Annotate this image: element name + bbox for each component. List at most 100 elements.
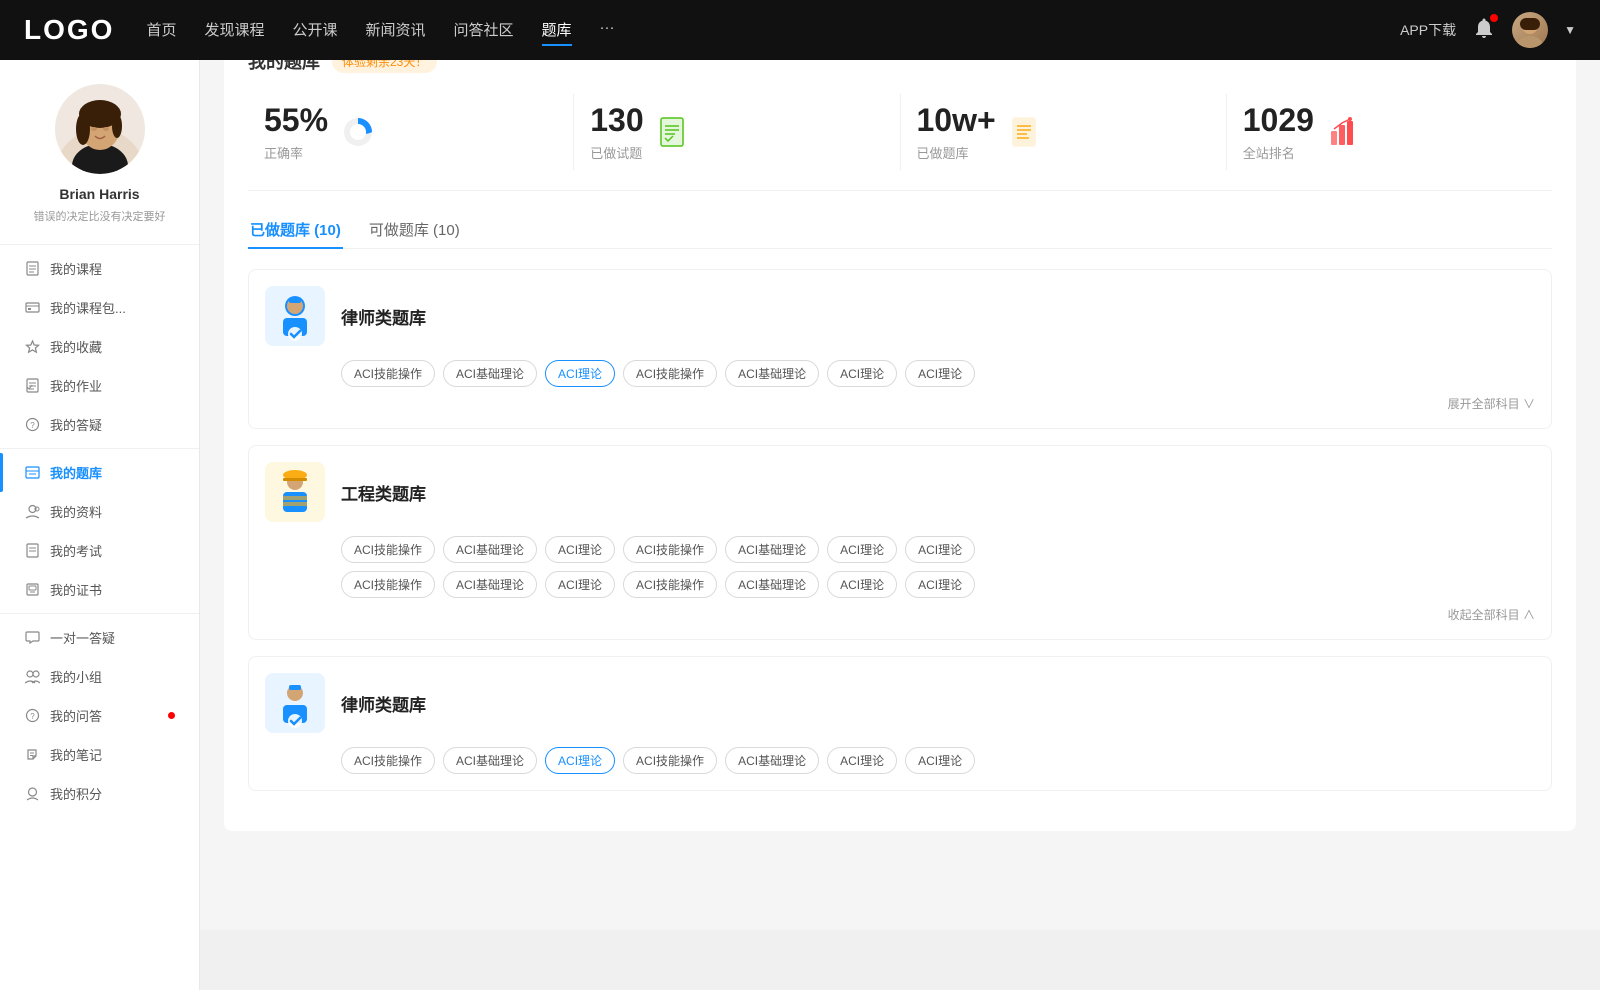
profile-icon — [24, 504, 40, 520]
nav-more[interactable]: ··· — [600, 15, 615, 46]
sidebar-menu: 我的课程 我的课程包... 我的收藏 我的作业 ? 我的答疑 — [0, 249, 199, 813]
sidebar-item-exam[interactable]: 我的考试 — [0, 531, 199, 570]
engineer-icon — [265, 462, 325, 522]
engineer-svg — [269, 466, 321, 518]
tag-1-2[interactable]: ACI基础理论 — [443, 360, 537, 387]
nav-links: 首页 发现课程 公开课 新闻资讯 问答社区 题库 ··· — [146, 15, 1368, 46]
tag-2-11[interactable]: ACI技能操作 — [623, 571, 717, 598]
tag-3-2[interactable]: ACI基础理论 — [443, 747, 537, 774]
pie-chart-icon — [340, 114, 376, 150]
tag-2-7[interactable]: ACI理论 — [905, 536, 975, 563]
divider-2 — [0, 613, 199, 614]
divider-1 — [0, 448, 199, 449]
sidebar-item-questions[interactable]: ? 我的问答 — [0, 696, 199, 735]
tag-1-5[interactable]: ACI基础理论 — [725, 360, 819, 387]
avatar[interactable] — [1512, 12, 1548, 48]
qa-label: 我的答疑 — [50, 415, 175, 434]
sidebar-item-one-on-one[interactable]: 一对一答疑 — [0, 618, 199, 657]
questions-label: 我的问答 — [50, 706, 156, 725]
stat-rank-num: 1029 — [1243, 102, 1314, 139]
favorites-icon — [24, 339, 40, 355]
app-download[interactable]: APP下载 — [1400, 20, 1456, 40]
stat-accuracy: 55% 正确率 — [248, 94, 574, 170]
bank-card-3-tags: ACI技能操作 ACI基础理论 ACI理论 ACI技能操作 ACI基础理论 AC… — [265, 747, 1535, 774]
bank-card-1-header: 律师类题库 — [265, 286, 1535, 346]
logo: LOGO — [24, 14, 114, 46]
tag-1-4[interactable]: ACI技能操作 — [623, 360, 717, 387]
nav-home[interactable]: 首页 — [146, 15, 176, 46]
avatar-illustration — [55, 84, 145, 174]
collapse-link-2[interactable]: 收起全部科目 ∧ — [265, 606, 1535, 623]
stat-accuracy-content: 55% 正确率 — [264, 102, 328, 162]
one-on-one-label: 一对一答疑 — [50, 628, 175, 647]
tag-2-1[interactable]: ACI技能操作 — [341, 536, 435, 563]
tag-2-12[interactable]: ACI基础理论 — [725, 571, 819, 598]
tag-2-8[interactable]: ACI技能操作 — [341, 571, 435, 598]
homework-icon — [24, 378, 40, 394]
bank-card-2: 工程类题库 ACI技能操作 ACI基础理论 ACI理论 ACI技能操作 ACI基… — [248, 445, 1552, 640]
nav-open[interactable]: 公开课 — [292, 15, 337, 46]
nav-qa[interactable]: 问答社区 — [454, 15, 514, 46]
sidebar-item-homework[interactable]: 我的作业 — [0, 366, 199, 405]
nav-discover[interactable]: 发现课程 — [204, 15, 264, 46]
sidebar-item-notes[interactable]: 我的笔记 — [0, 735, 199, 774]
sidebar-item-certificate[interactable]: 我的证书 — [0, 570, 199, 609]
sidebar-item-course-package[interactable]: 我的课程包... — [0, 288, 199, 327]
divider-top — [0, 244, 199, 245]
notes-icon — [24, 747, 40, 763]
chart-red-icon — [1326, 114, 1362, 150]
dropdown-arrow[interactable]: ▼ — [1564, 23, 1576, 37]
tag-3-6[interactable]: ACI理论 — [827, 747, 897, 774]
questions-icon: ? — [24, 708, 40, 724]
sidebar-item-questionbank[interactable]: 我的题库 — [0, 453, 199, 492]
tag-2-3[interactable]: ACI理论 — [545, 536, 615, 563]
bank-card-1-title: 律师类题库 — [341, 304, 426, 329]
nav-questionbank[interactable]: 题库 — [542, 15, 572, 46]
expand-link-1[interactable]: 展开全部科目 ∨ — [265, 395, 1535, 412]
tag-1-1[interactable]: ACI技能操作 — [341, 360, 435, 387]
tag-2-2[interactable]: ACI基础理论 — [443, 536, 537, 563]
tag-3-5[interactable]: ACI基础理论 — [725, 747, 819, 774]
nav-news[interactable]: 新闻资讯 — [366, 15, 426, 46]
sidebar-item-profile[interactable]: 我的资料 — [0, 492, 199, 531]
questions-red-dot — [168, 712, 175, 719]
sidebar-item-group[interactable]: 我的小组 — [0, 657, 199, 696]
sidebar-item-favorites[interactable]: 我的收藏 — [0, 327, 199, 366]
sidebar-item-qa[interactable]: ? 我的答疑 — [0, 405, 199, 444]
sidebar-item-points[interactable]: 我的积分 — [0, 774, 199, 813]
tag-1-3[interactable]: ACI理论 — [545, 360, 615, 387]
sidebar-avatar — [55, 84, 145, 174]
stat-banks-label: 已做题库 — [917, 143, 996, 162]
stat-done-banks: 10w+ 已做题库 — [901, 94, 1227, 170]
certificate-icon — [24, 582, 40, 598]
tag-2-6[interactable]: ACI理论 — [827, 536, 897, 563]
tag-2-14[interactable]: ACI理论 — [905, 571, 975, 598]
stat-accuracy-num: 55% — [264, 102, 328, 139]
tag-2-10[interactable]: ACI理论 — [545, 571, 615, 598]
bank-card-3: 律师类题库 ACI技能操作 ACI基础理论 ACI理论 ACI技能操作 ACI基… — [248, 656, 1552, 791]
course-package-icon — [24, 300, 40, 316]
tab-done[interactable]: 已做题库 (10) — [248, 211, 343, 248]
tag-3-1[interactable]: ACI技能操作 — [341, 747, 435, 774]
one-on-one-icon — [24, 630, 40, 646]
bell-button[interactable] — [1472, 16, 1496, 45]
tag-2-9[interactable]: ACI基础理论 — [443, 571, 537, 598]
points-icon — [24, 786, 40, 802]
sidebar-item-course[interactable]: 我的课程 — [0, 249, 199, 288]
stat-done-num: 130 — [590, 102, 643, 139]
tag-1-7[interactable]: ACI理论 — [905, 360, 975, 387]
bank-card-2-header: 工程类题库 — [265, 462, 1535, 522]
tag-2-13[interactable]: ACI理论 — [827, 571, 897, 598]
bank-card-1: 律师类题库 ACI技能操作 ACI基础理论 ACI理论 ACI技能操作 ACI基… — [248, 269, 1552, 429]
questionbank-label: 我的题库 — [50, 463, 175, 482]
tag-3-7[interactable]: ACI理论 — [905, 747, 975, 774]
tag-1-6[interactable]: ACI理论 — [827, 360, 897, 387]
tab-available[interactable]: 可做题库 (10) — [367, 211, 462, 248]
tag-2-4[interactable]: ACI技能操作 — [623, 536, 717, 563]
stat-rank-content: 1029 全站排名 — [1243, 102, 1314, 162]
tag-3-4[interactable]: ACI技能操作 — [623, 747, 717, 774]
tag-3-3[interactable]: ACI理论 — [545, 747, 615, 774]
tag-2-5[interactable]: ACI基础理论 — [725, 536, 819, 563]
questionbank-icon — [24, 465, 40, 481]
favorites-label: 我的收藏 — [50, 337, 175, 356]
